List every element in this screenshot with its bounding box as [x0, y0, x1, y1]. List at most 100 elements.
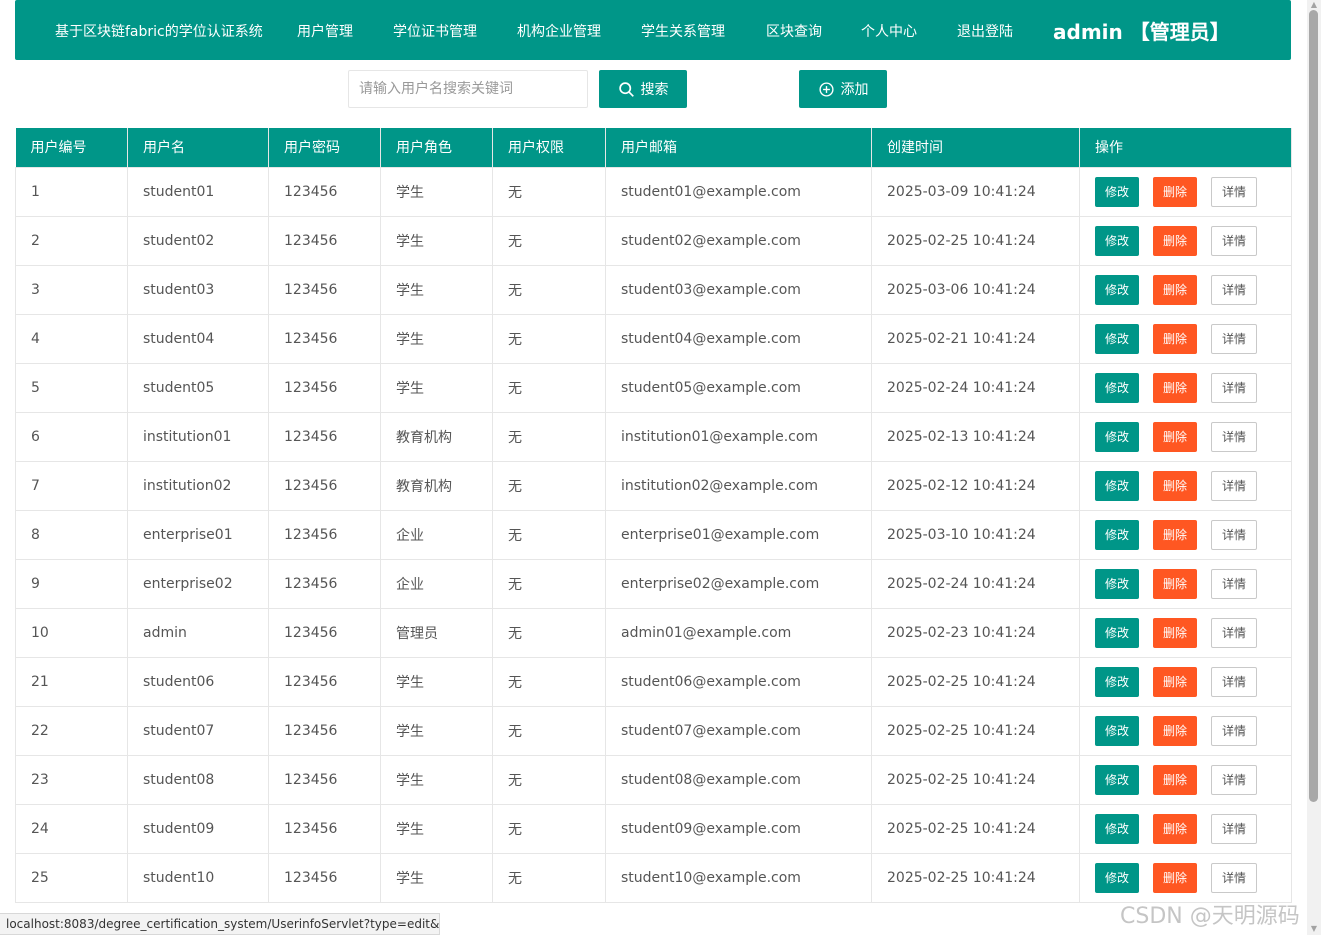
- cell-role: 教育机构: [380, 411, 493, 462]
- cell-actions: 修改 删除 详情: [1079, 754, 1292, 805]
- cell-permission: 无: [492, 852, 606, 903]
- detail-button[interactable]: 详情: [1211, 568, 1257, 599]
- cell-actions: 修改 删除 详情: [1079, 264, 1292, 315]
- delete-button[interactable]: 删除: [1153, 715, 1197, 746]
- table-header-row: 用户编号 用户名 用户密码 用户角色 用户权限 用户邮箱 创建时间 操作: [15, 128, 1292, 167]
- cell-role: 学生: [380, 705, 493, 756]
- cell-user-id: 7: [15, 460, 128, 511]
- detail-button[interactable]: 详情: [1211, 813, 1257, 844]
- cell-role: 学生: [380, 362, 493, 413]
- delete-button[interactable]: 删除: [1153, 519, 1197, 550]
- cell-actions: 修改 删除 详情: [1079, 313, 1292, 364]
- cell-permission: 无: [492, 362, 606, 413]
- cell-username: institution02: [127, 460, 269, 511]
- cell-permission: 无: [492, 264, 606, 315]
- delete-button[interactable]: 删除: [1153, 274, 1197, 305]
- top-nav: 基于区块链fabric的学位认证系统 用户管理 学位证书管理 机构企业管理 学生…: [15, 0, 1291, 60]
- cell-username: student01: [127, 166, 269, 217]
- edit-button[interactable]: 修改: [1095, 176, 1139, 207]
- edit-button[interactable]: 修改: [1095, 274, 1139, 305]
- delete-button[interactable]: 删除: [1153, 764, 1197, 795]
- cell-user-id: 3: [15, 264, 128, 315]
- edit-button[interactable]: 修改: [1095, 323, 1139, 354]
- nav-item-block-query[interactable]: 区块查询: [766, 21, 822, 41]
- delete-button[interactable]: 删除: [1153, 421, 1197, 452]
- cell-created-time: 2025-03-10 10:41:24: [871, 509, 1080, 560]
- edit-button[interactable]: 修改: [1095, 519, 1139, 550]
- search-input[interactable]: [348, 70, 588, 108]
- scroll-up-arrow-icon[interactable]: ▲: [1309, 1, 1319, 9]
- detail-button[interactable]: 详情: [1211, 323, 1257, 354]
- cell-permission: 无: [492, 656, 606, 707]
- cell-email: student05@example.com: [605, 362, 872, 413]
- cell-role: 学生: [380, 313, 493, 364]
- delete-button[interactable]: 删除: [1153, 862, 1197, 893]
- delete-button[interactable]: 删除: [1153, 568, 1197, 599]
- nav-item-degree-certificate[interactable]: 学位证书管理: [393, 21, 477, 41]
- edit-button[interactable]: 修改: [1095, 372, 1139, 403]
- nav-item-institution-enterprise[interactable]: 机构企业管理: [517, 21, 601, 41]
- detail-button[interactable]: 详情: [1211, 421, 1257, 452]
- edit-button[interactable]: 修改: [1095, 568, 1139, 599]
- edit-button[interactable]: 修改: [1095, 617, 1139, 648]
- delete-button[interactable]: 删除: [1153, 176, 1197, 207]
- detail-button[interactable]: 详情: [1211, 176, 1257, 207]
- system-title[interactable]: 基于区块链fabric的学位认证系统: [55, 21, 263, 41]
- search-button[interactable]: 搜索: [599, 70, 687, 108]
- cell-username: student09: [127, 803, 269, 854]
- cell-actions: 修改 删除 详情: [1079, 411, 1292, 462]
- detail-button[interactable]: 详情: [1211, 372, 1257, 403]
- cell-username: admin: [127, 607, 269, 658]
- detail-button[interactable]: 详情: [1211, 225, 1257, 256]
- delete-button[interactable]: 删除: [1153, 323, 1197, 354]
- cell-created-time: 2025-02-25 10:41:24: [871, 852, 1080, 903]
- cell-email: enterprise01@example.com: [605, 509, 872, 560]
- delete-button[interactable]: 删除: [1153, 617, 1197, 648]
- scroll-down-arrow-icon[interactable]: ▼: [1309, 925, 1319, 933]
- header-email: 用户邮箱: [605, 128, 872, 167]
- edit-button[interactable]: 修改: [1095, 225, 1139, 256]
- nav-item-personal-center[interactable]: 个人中心: [861, 21, 917, 41]
- detail-button[interactable]: 详情: [1211, 274, 1257, 305]
- edit-button[interactable]: 修改: [1095, 421, 1139, 452]
- add-button[interactable]: 添加: [799, 70, 887, 108]
- detail-button[interactable]: 详情: [1211, 862, 1257, 893]
- cell-user-id: 22: [15, 705, 128, 756]
- edit-button[interactable]: 修改: [1095, 666, 1139, 697]
- nav-item-logout[interactable]: 退出登陆: [957, 21, 1013, 41]
- delete-button[interactable]: 删除: [1153, 225, 1197, 256]
- cell-actions: 修改 删除 详情: [1079, 558, 1292, 609]
- delete-button[interactable]: 删除: [1153, 372, 1197, 403]
- cell-username: institution01: [127, 411, 269, 462]
- cell-actions: 修改 删除 详情: [1079, 705, 1292, 756]
- edit-button[interactable]: 修改: [1095, 715, 1139, 746]
- cell-password: 123456: [268, 411, 381, 462]
- scrollbar-thumb[interactable]: [1309, 10, 1318, 802]
- detail-button[interactable]: 详情: [1211, 519, 1257, 550]
- detail-button[interactable]: 详情: [1211, 764, 1257, 795]
- header-role: 用户角色: [380, 128, 493, 167]
- cell-permission: 无: [492, 460, 606, 511]
- detail-button[interactable]: 详情: [1211, 617, 1257, 648]
- edit-button[interactable]: 修改: [1095, 862, 1139, 893]
- delete-button[interactable]: 删除: [1153, 813, 1197, 844]
- edit-button[interactable]: 修改: [1095, 470, 1139, 501]
- detail-button[interactable]: 详情: [1211, 666, 1257, 697]
- cell-password: 123456: [268, 215, 381, 266]
- table-row: 10 admin 123456 管理员无 admin01@example.com 2025…: [15, 607, 1292, 658]
- delete-button[interactable]: 删除: [1153, 470, 1197, 501]
- edit-button[interactable]: 修改: [1095, 764, 1139, 795]
- cell-user-id: 23: [15, 754, 128, 805]
- table-row: 7 institution02 123456 教育机构无 institution02@e…: [15, 460, 1292, 511]
- delete-button[interactable]: 删除: [1153, 666, 1197, 697]
- cell-permission: 无: [492, 803, 606, 854]
- nav-item-student-relation[interactable]: 学生关系管理: [641, 21, 725, 41]
- nav-item-user-management[interactable]: 用户管理: [297, 21, 353, 41]
- edit-button[interactable]: 修改: [1095, 813, 1139, 844]
- cell-username: student07: [127, 705, 269, 756]
- detail-button[interactable]: 详情: [1211, 715, 1257, 746]
- cell-user-id: 8: [15, 509, 128, 560]
- watermark: CSDN @天明源码: [1120, 904, 1300, 929]
- cell-created-time: 2025-02-21 10:41:24: [871, 313, 1080, 364]
- detail-button[interactable]: 详情: [1211, 470, 1257, 501]
